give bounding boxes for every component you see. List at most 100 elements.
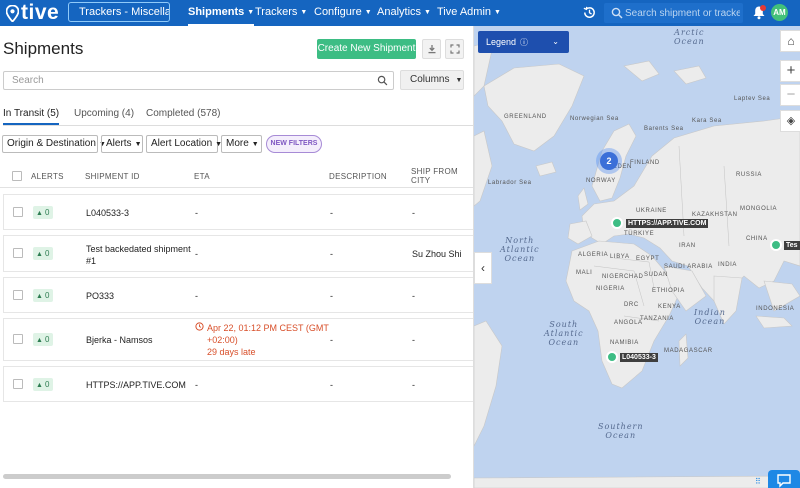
- warning-triangle-icon: ▲: [36, 293, 43, 300]
- alert-count: 0: [44, 335, 50, 344]
- layers-button[interactable]: ◈: [780, 110, 800, 132]
- row-checkbox[interactable]: [13, 379, 23, 389]
- zoom-in-button[interactable]: +: [780, 60, 800, 82]
- filter-label: Origin & Destination: [7, 138, 96, 149]
- header-alerts[interactable]: ALERTS: [31, 172, 64, 181]
- description-value: -: [330, 208, 333, 218]
- tab-completed[interactable]: Completed (578): [146, 108, 220, 119]
- tab-in-transit[interactable]: In Transit (5): [3, 108, 60, 125]
- search-icon: [611, 7, 623, 19]
- table-row[interactable]: ▲ 0 L040533-3 - - -: [3, 194, 473, 230]
- nav-shipments[interactable]: Shipments ▼: [188, 0, 255, 26]
- shipment-marker[interactable]: [770, 239, 782, 251]
- shipment-search-input[interactable]: [4, 75, 364, 86]
- header-eta[interactable]: ETA: [194, 172, 210, 181]
- zoom-out-button[interactable]: −: [780, 84, 800, 106]
- shipment-id[interactable]: HTTPS://APP.TIVE.COM: [86, 380, 186, 390]
- country-label: Barents Sea: [644, 126, 684, 132]
- avatar[interactable]: AM: [771, 4, 788, 21]
- shipment-marker[interactable]: [606, 351, 618, 363]
- row-checkbox[interactable]: [13, 290, 23, 300]
- nav-analytics[interactable]: Analytics ▼: [377, 0, 431, 26]
- shipment-cluster[interactable]: 2: [596, 148, 622, 174]
- shipment-id-line2: #1: [86, 256, 97, 266]
- header-description[interactable]: DESCRIPTION: [329, 172, 387, 181]
- shipment-search[interactable]: [3, 71, 394, 90]
- chevron-down-icon: ▼: [455, 77, 463, 84]
- new-filters-button[interactable]: NEW FILTERS: [266, 135, 322, 153]
- filter-label: Alerts: [106, 138, 132, 149]
- chevron-down-icon: ▼: [424, 9, 431, 16]
- collapse-panel-button[interactable]: ‹: [474, 252, 492, 284]
- row-checkbox[interactable]: [13, 334, 23, 344]
- tab-upcoming[interactable]: Upcoming (4): [74, 108, 134, 119]
- warning-triangle-icon: ▲: [36, 210, 43, 217]
- warning-triangle-icon: ▲: [36, 337, 43, 344]
- filter-alert-location[interactable]: Alert Location ▼: [146, 135, 222, 153]
- global-search[interactable]: [604, 3, 743, 23]
- ocean-label: Arctic Ocean: [674, 28, 705, 46]
- shipment-id[interactable]: PO333: [86, 291, 114, 301]
- alert-count-badge: ▲ 0: [33, 378, 53, 391]
- eta-line1: Apr 22, 01:12 PM CEST (GMT: [207, 323, 329, 333]
- filter-more[interactable]: More ▼: [221, 135, 262, 153]
- description-value: -: [330, 249, 333, 259]
- columns-button-label: Columns: [410, 74, 450, 85]
- page-title: Shipments: [3, 39, 84, 58]
- alert-count-badge: ▲ 0: [33, 206, 53, 219]
- columns-button[interactable]: Columns ▼: [400, 70, 464, 90]
- create-shipment-button[interactable]: Create New Shipment: [317, 39, 416, 59]
- country-label: UKRAINE: [636, 208, 667, 214]
- nav-analytics-label: Analytics: [377, 6, 422, 18]
- eta-line2: +02:00): [207, 335, 238, 345]
- notification-badge: [760, 5, 766, 11]
- filter-label: Alert Location: [151, 138, 213, 149]
- apps-grid-icon[interactable]: ⠿: [755, 477, 761, 486]
- org-selector[interactable]: Trackers - Miscellan...: [68, 2, 170, 22]
- chevron-down-icon: ▼: [364, 9, 372, 16]
- row-checkbox[interactable]: [13, 248, 23, 258]
- tive-logo[interactable]: tive: [6, 2, 59, 24]
- row-checkbox[interactable]: [13, 207, 23, 217]
- description-value: -: [330, 335, 333, 345]
- nav-tive-admin[interactable]: Tive Admin ▼: [437, 0, 501, 26]
- table-row[interactable]: ▲ 0 Test backedated shipment #1 - - Su Zh…: [3, 235, 473, 272]
- country-label: Norwegian Sea: [570, 116, 619, 122]
- chat-button[interactable]: [768, 470, 800, 488]
- shipment-id[interactable]: Bjerka - Namsos: [86, 335, 153, 345]
- global-search-input[interactable]: [625, 7, 740, 19]
- alert-count-badge: ▲ 0: [33, 333, 53, 346]
- nav-configure[interactable]: Configure ▼: [314, 0, 372, 26]
- nav-trackers[interactable]: Trackers ▼: [255, 0, 307, 26]
- shipment-marker[interactable]: [611, 217, 623, 229]
- chat-icon: [777, 474, 791, 488]
- table-row[interactable]: ▲ 0 Bjerka - Namsos Apr 22, 01:12 PM CEST…: [3, 318, 473, 361]
- history-icon[interactable]: [582, 5, 597, 20]
- horizontal-scrollbar[interactable]: [3, 474, 451, 479]
- ocean-label: North Atlantic Ocean: [500, 236, 540, 263]
- clock-icon: [195, 322, 204, 334]
- home-button[interactable]: ⌂: [780, 30, 800, 52]
- country-label: MALI: [576, 270, 593, 276]
- download-button[interactable]: [422, 39, 441, 59]
- fullscreen-button[interactable]: [445, 39, 464, 59]
- country-label: CHINA: [746, 236, 768, 242]
- country-label: TANZANIA: [640, 316, 675, 322]
- table-row[interactable]: ▲ 0 PO333 - - -: [3, 277, 473, 313]
- table-row[interactable]: ▲ 0 HTTPS://APP.TIVE.COM - - -: [3, 366, 473, 402]
- shipment-id[interactable]: Test backedated shipment #1: [86, 243, 191, 267]
- chevron-down-icon: ▼: [134, 141, 142, 148]
- legend-dropdown[interactable]: Legend ⓘ ⌄: [478, 31, 569, 53]
- nav-trackers-label: Trackers: [255, 6, 298, 18]
- country-label: KAZAKHSTAN: [692, 212, 738, 218]
- shipment-id[interactable]: L040533-3: [86, 208, 129, 218]
- chevron-down-icon: ▼: [494, 9, 501, 16]
- country-label: EGYPT: [636, 256, 660, 262]
- filter-origin-destination[interactable]: Origin & Destination ▼: [2, 135, 106, 153]
- header-shipment-id[interactable]: SHIPMENT ID: [85, 172, 140, 181]
- map-view[interactable]: Arctic Ocean North Atlantic Ocean South Atla…: [474, 26, 800, 488]
- filter-alerts[interactable]: Alerts ▼: [101, 135, 143, 153]
- select-all-checkbox[interactable]: [12, 171, 22, 181]
- header-ship-from-city[interactable]: SHIP FROM CITY: [411, 167, 458, 185]
- country-label: RUSSIA: [736, 172, 762, 178]
